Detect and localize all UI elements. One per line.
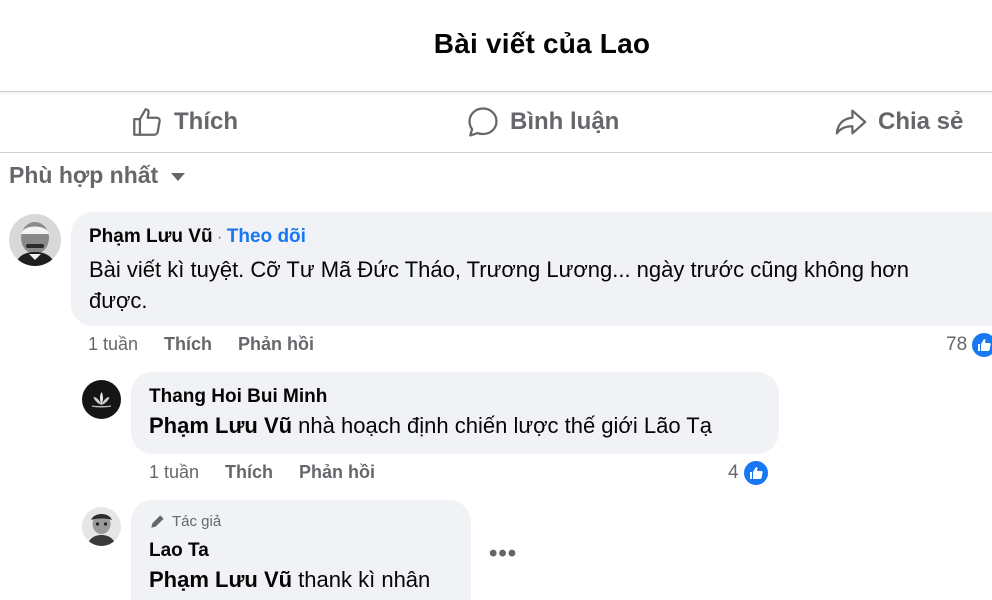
comment-text-line: được. [89, 288, 148, 313]
speech-bubble-icon [468, 107, 498, 137]
author-badge-label: Tác giả [172, 512, 222, 530]
comment-header: Phạm Lưu Vũ · Theo dõi [89, 226, 306, 248]
reply-bubble: Tác giả Lao Ta Phạm Lưu Vũ thank kì nhân [131, 500, 471, 600]
share-arrow-icon [835, 109, 867, 135]
comment-like-button[interactable]: Thích [164, 334, 212, 355]
like-reaction-icon [970, 331, 992, 359]
reaction-count-value: 78 [946, 334, 968, 355]
comment-time[interactable]: 1 tuần [88, 334, 138, 355]
comment-author[interactable]: Lao Ta [149, 540, 209, 562]
comment-bubble: Phạm Lưu Vũ · Theo dõi Bài viết kì tuyệt… [71, 212, 992, 326]
comment-text: Bài viết kì tuyệt. Cỡ Tư Mã Đức Tháo, Tr… [89, 254, 909, 316]
reply-bubble: Thang Hoi Bui Minh Phạm Lưu Vũ nhà hoạch… [131, 372, 779, 454]
avatar[interactable] [82, 507, 121, 546]
comment-sort-dropdown[interactable]: Phù hợp nhất [9, 162, 186, 189]
page-title: Bài viết của Lao [433, 28, 651, 59]
comment-text-line: Bài viết kì tuyệt. Cỡ Tư Mã Đức Tháo, Tr… [89, 257, 909, 282]
thumbs-up-icon [133, 108, 161, 136]
avatar[interactable] [82, 380, 121, 419]
comment-author[interactable]: Thang Hoi Bui Minh [149, 386, 327, 408]
comment-like-button[interactable]: Thích [225, 462, 273, 483]
mention-link[interactable]: Phạm Lưu Vũ [149, 567, 292, 592]
pencil-icon [151, 515, 164, 528]
comment-meta: 1 tuần Thích Phản hồi [88, 334, 340, 355]
comment-label: Bình luận [510, 108, 620, 135]
comment-text: Phạm Lưu Vũ thank kì nhân [149, 564, 430, 595]
comment-reply-button[interactable]: Phản hồi [299, 462, 375, 483]
post-header: Bài viết của Lao [0, 0, 992, 92]
avatar[interactable] [9, 214, 61, 266]
share-label: Chia sẻ [878, 108, 964, 135]
reaction-count[interactable]: 78 [946, 331, 992, 359]
comment-meta: 1 tuần Thích Phản hồi [149, 462, 401, 483]
separator-dot: · [217, 229, 223, 246]
caret-down-icon [171, 173, 186, 181]
like-label: Thích [174, 108, 238, 135]
mention-link[interactable]: Phạm Lưu Vũ [149, 413, 292, 438]
comment-time[interactable]: 1 tuần [149, 462, 199, 483]
comment-text: Phạm Lưu Vũ nhà hoạch định chiến lược th… [149, 410, 712, 441]
comment-button[interactable]: Bình luận [466, 105, 619, 139]
sort-label: Phù hợp nhất [9, 162, 159, 188]
share-button[interactable]: Chia sẻ [834, 105, 963, 139]
comment-reply-button[interactable]: Phản hồi [238, 334, 314, 355]
post-action-bar: Thích Bình luận Chia sẻ [0, 93, 992, 153]
author-badge: Tác giả [149, 512, 221, 530]
follow-link[interactable]: Theo dõi [227, 226, 306, 247]
more-options-button[interactable]: ••• [489, 540, 517, 568]
comment-author[interactable]: Phạm Lưu Vũ [89, 226, 213, 247]
reaction-count[interactable]: 4 [728, 459, 770, 487]
like-button[interactable]: Thích [130, 105, 238, 139]
comment-text-body: thank kì nhân [292, 567, 431, 592]
comment-text-body: nhà hoạch định chiến lược thế giới Lão T… [292, 413, 712, 438]
reaction-count-value: 4 [728, 462, 739, 483]
like-reaction-icon [741, 459, 770, 487]
